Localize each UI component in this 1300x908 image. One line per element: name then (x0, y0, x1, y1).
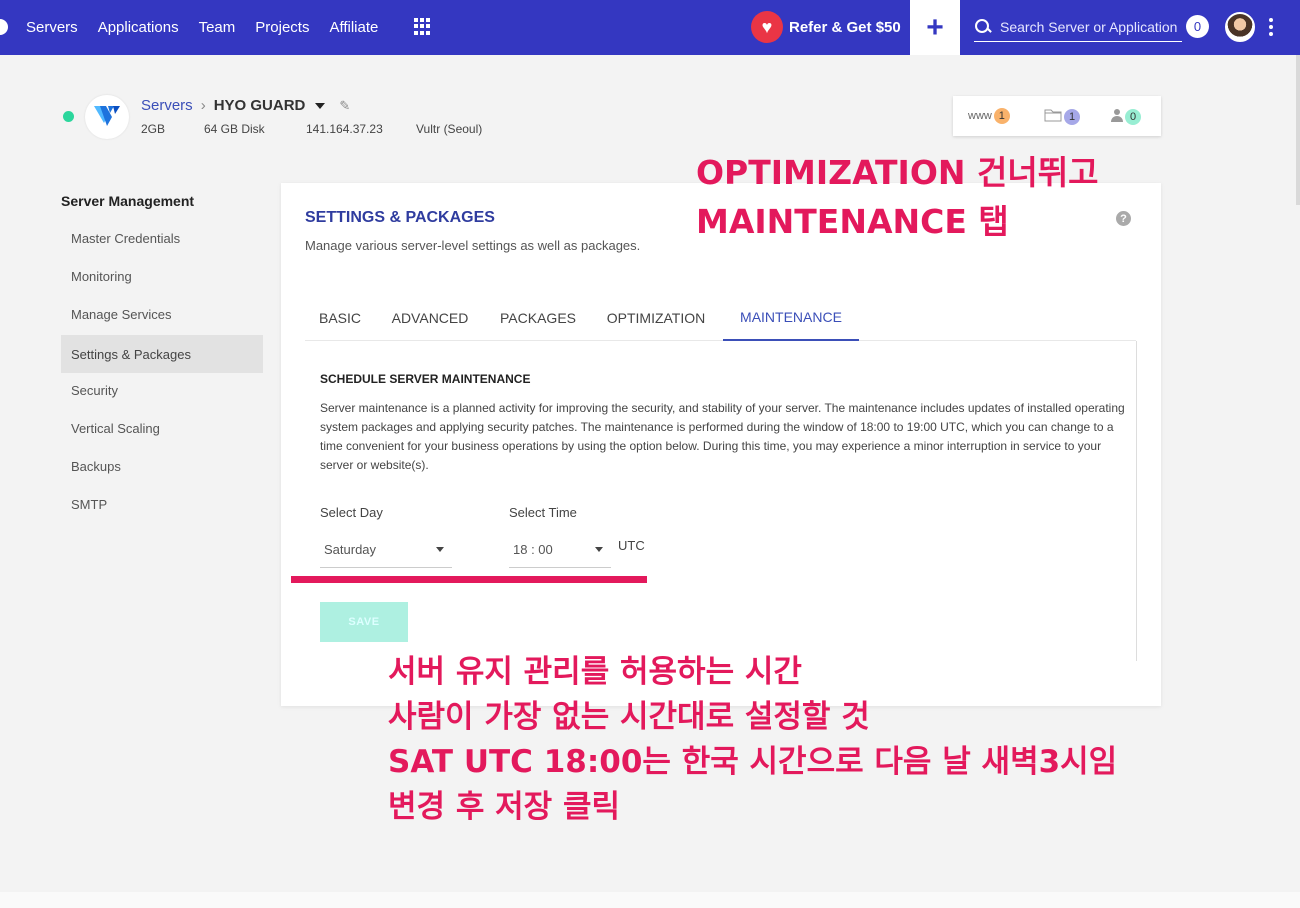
day-select-value: Saturday (324, 542, 377, 557)
time-select[interactable]: 18 : 00 (509, 532, 611, 568)
maintenance-section-title: SCHEDULE SERVER MAINTENANCE (320, 372, 531, 386)
www-label: www (968, 110, 992, 122)
refer-link[interactable]: ♥ Refer & Get $50 (751, 10, 901, 44)
chevron-down-icon (595, 547, 603, 552)
annotation-bottom-line-1: 서버 유지 관리를 허용하는 시간 (388, 654, 802, 690)
nav-applications[interactable]: Applications (98, 19, 179, 36)
user-count-badge: 0 (1125, 108, 1141, 125)
server-provider: Vultr (Seoul) (416, 122, 483, 136)
sidebar-item-settings-packages[interactable]: Settings & Packages (61, 335, 263, 373)
brand-logo-icon[interactable] (0, 19, 8, 35)
search-icon (974, 18, 992, 36)
chevron-down-icon (436, 547, 444, 552)
tab-packages[interactable]: PACKAGES (487, 295, 589, 341)
heart-icon: ♥ (751, 11, 783, 43)
more-menu-icon[interactable] (1268, 18, 1274, 36)
breadcrumb-servers-link[interactable]: Servers (141, 97, 193, 114)
sidebar-item-manage-services[interactable]: Manage Services (61, 295, 263, 333)
top-nav-bar: Servers Applications Team Projects Affil… (0, 0, 1300, 55)
server-ram: 2GB (141, 122, 166, 136)
sidebar-item-vertical-scaling[interactable]: Vertical Scaling (61, 409, 263, 447)
annotation-bottom-line-2: 사람이 가장 없는 시간대로 설정할 것 (388, 699, 870, 735)
help-icon[interactable]: ? (1116, 211, 1131, 226)
server-name: HYO GUARD (213, 97, 306, 114)
settings-tabs: BASIC ADVANCED PACKAGES OPTIMIZATION MAI… (305, 295, 1136, 341)
sidebar-item-smtp[interactable]: SMTP (61, 485, 263, 523)
user-icon (1111, 108, 1123, 125)
main-nav: Servers Applications Team Projects Affil… (26, 0, 398, 55)
annotation-top-line-1: OPTIMIZATION 건너뛰고 (696, 153, 1099, 192)
time-select-value: 18 : 00 (513, 542, 553, 557)
tab-maintenance[interactable]: MAINTENANCE (723, 295, 859, 341)
sidebar-item-backups[interactable]: Backups (61, 447, 263, 485)
tab-basic[interactable]: BASIC (305, 295, 375, 341)
page-subtitle: Manage various server-level settings as … (305, 238, 641, 253)
nav-team[interactable]: Team (199, 19, 236, 36)
add-button[interactable]: + (910, 0, 960, 55)
timezone-label: UTC (618, 538, 645, 553)
chevron-right-icon: › (200, 97, 206, 114)
sidebar-item-security[interactable]: Security (61, 371, 263, 409)
maintenance-description: Server maintenance is a planned activity… (320, 401, 1125, 472)
server-status-indicator (63, 111, 74, 122)
page-footer (0, 892, 1300, 908)
notification-count-badge[interactable]: 0 (1186, 15, 1209, 38)
breadcrumb: Servers › HYO GUARD ✎ (141, 97, 350, 114)
server-switcher-caret-icon[interactable] (315, 102, 326, 109)
sidebar-item-monitoring[interactable]: Monitoring (61, 257, 263, 295)
www-count-badge: 1 (993, 108, 1010, 124)
stat-users[interactable]: 0 (1111, 108, 1141, 125)
refer-label: Refer & Get $50 (789, 18, 901, 36)
annotation-schedule-hint: 서버 유지 관리를 허용하는 시간 사람이 가장 없는 시간대로 설정할 것 S… (388, 650, 1117, 830)
page-title: SETTINGS & PACKAGES (305, 209, 495, 226)
search-bar (974, 12, 1182, 42)
annotation-bottom-line-3: SAT UTC 18:00는 한국 시간으로 다음 날 새벽3시임 (388, 744, 1118, 780)
sidebar-title: Server Management (61, 193, 195, 209)
select-day-label: Select Day (320, 505, 383, 520)
tab-advanced[interactable]: ADVANCED (379, 295, 481, 341)
folder-icon (1044, 108, 1062, 125)
scrollbar[interactable] (1296, 55, 1300, 205)
annotation-bottom-line-4: 변경 후 저장 클릭 (388, 789, 621, 825)
apps-grid-icon[interactable] (414, 18, 431, 35)
nav-projects[interactable]: Projects (255, 19, 309, 36)
search-input[interactable] (1000, 18, 1180, 35)
select-time-label: Select Time (509, 505, 577, 520)
folder-count-badge: 1 (1064, 108, 1080, 125)
annotation-top-line-2: MAINTENANCE 탭 (696, 202, 1009, 241)
annotation-tab-hint: OPTIMIZATION 건너뛰고 MAINTENANCE 탭 (696, 148, 1098, 246)
stat-folders[interactable]: 1 (1044, 108, 1080, 125)
server-ip: 141.164.37.23 (306, 122, 383, 136)
vultr-logo-icon (85, 95, 129, 139)
nav-affiliate[interactable]: Affiliate (329, 19, 378, 36)
tab-optimization[interactable]: OPTIMIZATION (593, 295, 719, 341)
save-button[interactable]: SAVE (320, 602, 408, 642)
server-disk: 64 GB Disk (204, 122, 265, 136)
server-stats-box: www 1 1 0 (953, 96, 1161, 136)
settings-card: SETTINGS & PACKAGES Manage various serve… (281, 183, 1161, 706)
day-select[interactable]: Saturday (320, 532, 452, 568)
edit-pencil-icon[interactable]: ✎ (339, 98, 350, 114)
stat-websites[interactable]: www 1 (968, 108, 1010, 124)
nav-servers[interactable]: Servers (26, 19, 78, 36)
sidebar-item-master-credentials[interactable]: Master Credentials (61, 219, 263, 257)
panel-divider (1136, 341, 1137, 661)
user-avatar[interactable] (1225, 12, 1255, 42)
annotation-underline (291, 576, 647, 583)
